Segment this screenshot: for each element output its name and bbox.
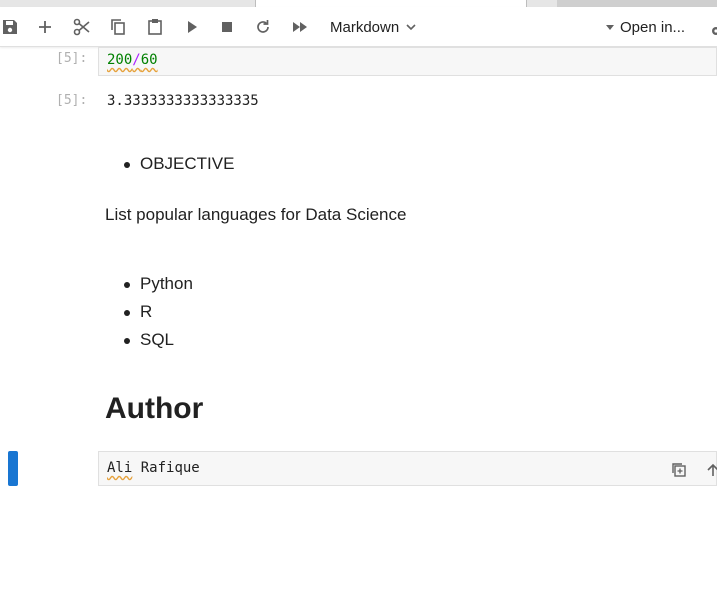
save-icon[interactable]: [0, 15, 22, 39]
fast-forward-icon[interactable]: [288, 15, 312, 39]
tab-bar-filler: [557, 0, 717, 7]
copy-icon[interactable]: [106, 15, 130, 39]
paste-icon[interactable]: [143, 15, 167, 39]
cell-output: 3.3333333333333335: [107, 93, 259, 109]
active-cell-text: Ali Rafique: [107, 460, 200, 476]
tab-notebook-active[interactable]: [256, 0, 527, 7]
input-prompt: [5]:: [56, 51, 88, 66]
list-item: OBJECTIVE: [105, 150, 234, 178]
cut-icon[interactable]: [70, 15, 94, 39]
objective-list: OBJECTIVE: [105, 150, 234, 178]
list-item: Python: [105, 270, 193, 298]
code-operator: /: [132, 52, 141, 68]
add-cell-icon[interactable]: [33, 15, 57, 39]
active-cell-editor[interactable]: Ali Rafique: [98, 451, 717, 486]
gear-icon[interactable]: [708, 24, 717, 38]
restart-icon[interactable]: [251, 15, 275, 39]
code-number: 200: [107, 52, 133, 68]
tab-notebook-1[interactable]: [0, 0, 256, 7]
open-in-dropdown[interactable]: Open in...: [605, 16, 685, 38]
active-cell-rest: Rafique: [132, 460, 200, 476]
cell-type-dropdown[interactable]: Markdown: [330, 16, 417, 38]
markdown-paragraph: List popular languages for Data Science: [105, 205, 407, 224]
open-in-label: Open in...: [620, 18, 686, 36]
duplicate-cell-icon[interactable]: [669, 460, 689, 480]
chevron-down-icon: [406, 24, 416, 31]
code-expression: 200/60: [107, 52, 158, 68]
caret-down-icon: [606, 25, 614, 30]
code-cell-input[interactable]: 200/60: [98, 47, 717, 76]
output-prompt: [5]:: [56, 93, 88, 108]
list-item: R: [105, 298, 193, 326]
run-icon[interactable]: [180, 15, 204, 39]
tab-strip: [0, 0, 717, 7]
cell-type-label: Markdown: [330, 18, 400, 36]
move-up-icon[interactable]: [703, 460, 717, 480]
tab-close[interactable]: [527, 0, 557, 7]
active-cell-indicator[interactable]: [8, 451, 18, 486]
notebook-toolbar: Markdown Open in...: [0, 7, 717, 47]
stop-icon[interactable]: [215, 15, 239, 39]
languages-list: Python R SQL: [105, 270, 193, 354]
active-cell-word: Ali: [107, 460, 133, 476]
code-number: 60: [140, 52, 158, 68]
markdown-heading: Author: [105, 392, 204, 425]
list-item: SQL: [105, 326, 193, 354]
